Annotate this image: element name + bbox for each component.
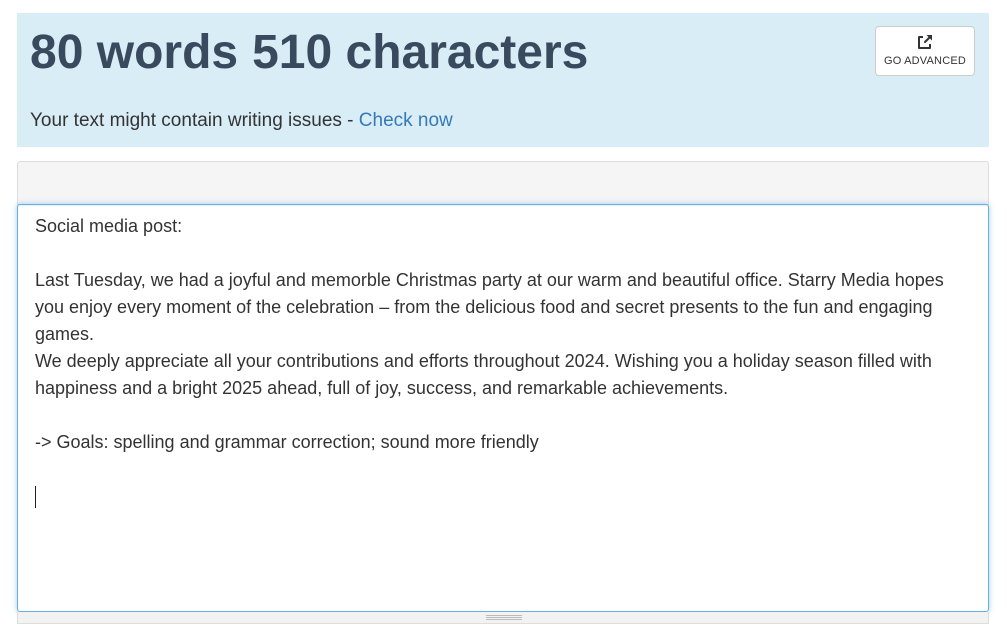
grip-icon xyxy=(486,615,522,620)
editor-line xyxy=(35,456,971,483)
editor-resize-handle[interactable] xyxy=(17,612,989,624)
check-now-link[interactable]: Check now xyxy=(359,110,453,131)
go-advanced-label: GO ADVANCED xyxy=(883,55,967,67)
word-counter-page: 80 words 510 characters Your text might c… xyxy=(0,0,1007,625)
character-count: 510 characters xyxy=(252,26,589,79)
writing-issues-text: Your text might contain writing issues - xyxy=(30,110,359,131)
editor-line: We deeply appreciate all your contributi… xyxy=(35,351,932,398)
go-advanced-button[interactable]: GO ADVANCED xyxy=(875,26,975,76)
external-link-icon xyxy=(918,35,932,49)
editor-line xyxy=(35,402,971,429)
stats-panel: 80 words 510 characters Your text might c… xyxy=(17,13,989,147)
count-heading: 80 words 510 characters xyxy=(30,25,588,80)
editor-line: Social media post: xyxy=(35,216,183,236)
word-count: 80 words xyxy=(30,26,239,79)
text-editor[interactable]: Social media post: Last Tuesday, we had … xyxy=(17,204,989,612)
editor-caret-line xyxy=(35,483,971,510)
editor-toolbar xyxy=(17,161,989,205)
text-caret xyxy=(35,486,36,509)
editor-line: Last Tuesday, we had a joyful and memorb… xyxy=(35,270,944,344)
editor-line: -> Goals: spelling and grammar correctio… xyxy=(35,432,539,452)
writing-issues-notice: Your text might contain writing issues -… xyxy=(30,110,453,132)
editor-line xyxy=(35,240,971,267)
